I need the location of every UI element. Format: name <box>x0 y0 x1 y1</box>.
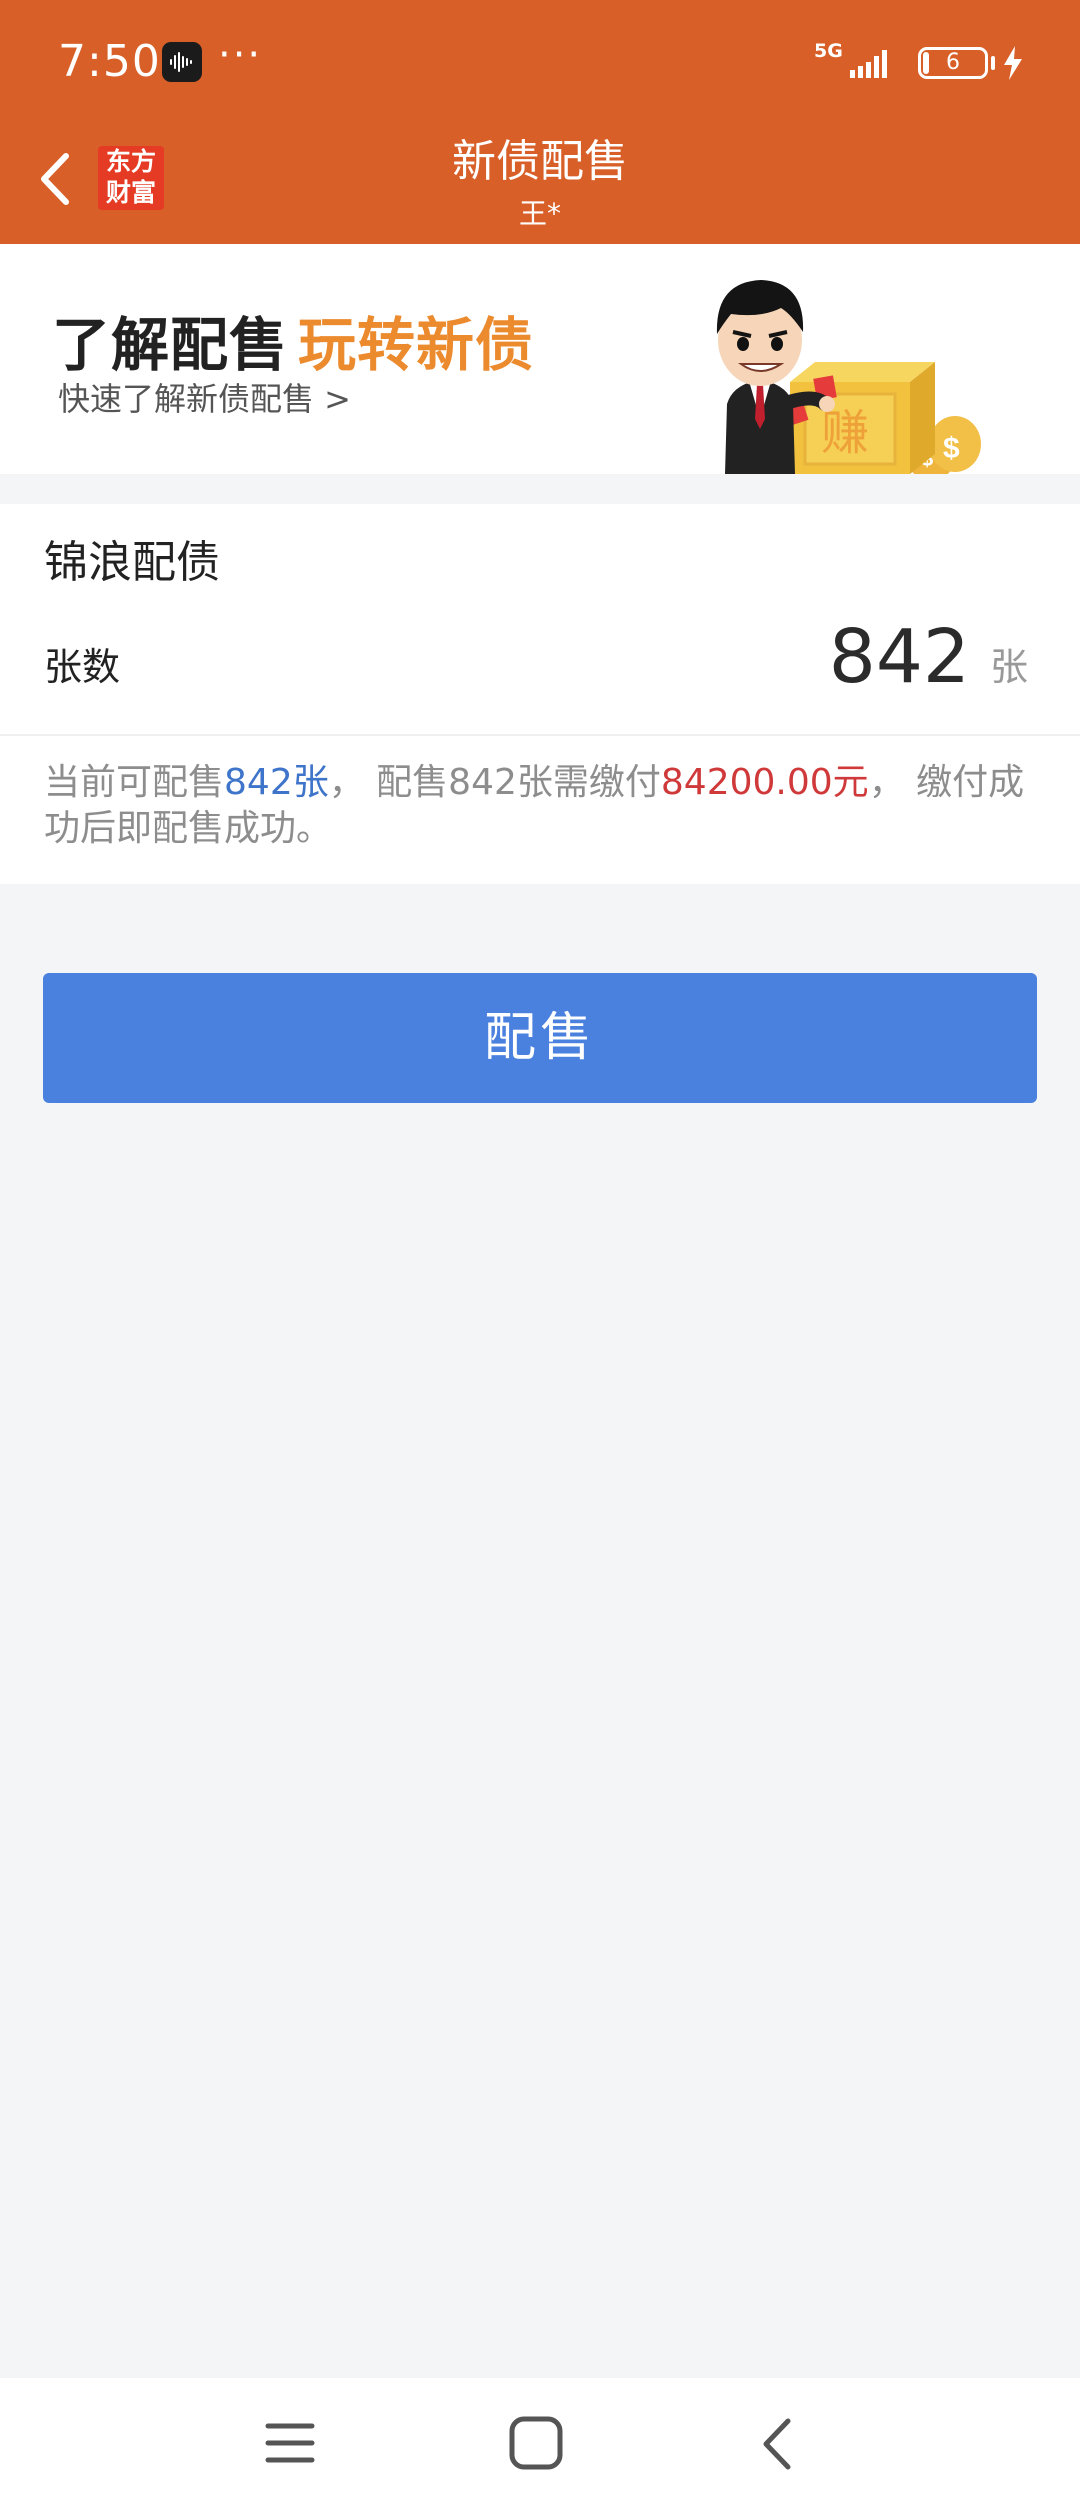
status-time: 7:50 <box>58 36 161 87</box>
banner-headline: 了解配售 玩转新债 <box>52 298 534 382</box>
battery-percent: 6 <box>946 50 960 75</box>
menu-icon[interactable] <box>265 2418 315 2468</box>
sound-recorder-icon <box>162 42 202 82</box>
page-title: 新债配售 <box>452 136 628 187</box>
allotment-note: 当前可配售842张， 配售842张需缴付84200.00元， 缴付成功后即配售成… <box>44 760 1044 852</box>
back-chevron-icon[interactable] <box>756 2416 802 2472</box>
payment-amount: 84200.00元 <box>660 762 869 803</box>
quantity-unit: 张 <box>989 645 1028 689</box>
battery-icon: 6 <box>918 47 988 79</box>
more-notifications-icon: ··· <box>218 32 263 78</box>
banner-headline-b: 玩转新债 <box>298 311 535 379</box>
signal-icon <box>850 50 887 78</box>
available-qty: 842张 <box>224 762 329 803</box>
note-text-1: 当前可配售 <box>44 762 225 803</box>
account-name: 王* <box>518 197 561 230</box>
promo-banner[interactable]: 了解配售玩转新债 快速了解新债配售 > $ $ 赚 <box>0 244 1080 474</box>
banner-headline-a: 了解配售 <box>52 311 289 379</box>
status-indicators: 5G 6 <box>814 40 1026 88</box>
network-type: 5G <box>814 40 843 62</box>
quantity-input[interactable]: 842 <box>829 614 970 700</box>
page: 7:50 ··· 5G 6 东方 财富 新债配售 王* 了解配售 玩转新债 快速… <box>0 0 1080 2520</box>
allot-button[interactable]: 配售 <box>43 973 1037 1103</box>
svg-text:$: $ <box>943 432 960 465</box>
status-bar: 7:50 ··· 5G 6 <box>0 0 1080 128</box>
quantity-label: 张数 <box>44 645 121 689</box>
banner-illustration: $ $ 赚 <box>716 280 981 474</box>
app-header: 7:50 ··· 5G 6 东方 财富 新债配售 王* <box>0 0 1080 244</box>
banner-badge-char: 赚 <box>821 405 869 461</box>
note-text-2: ， 配售842张需缴付 <box>328 762 661 803</box>
divider <box>0 734 1080 736</box>
charging-icon <box>1004 46 1022 80</box>
home-square-icon[interactable] <box>507 2414 565 2472</box>
battery-tip <box>991 56 995 70</box>
system-nav-bar <box>0 2378 1080 2520</box>
bond-name: 锦浪配债 <box>44 537 220 588</box>
banner-link[interactable]: 快速了解新债配售 > <box>58 374 351 420</box>
